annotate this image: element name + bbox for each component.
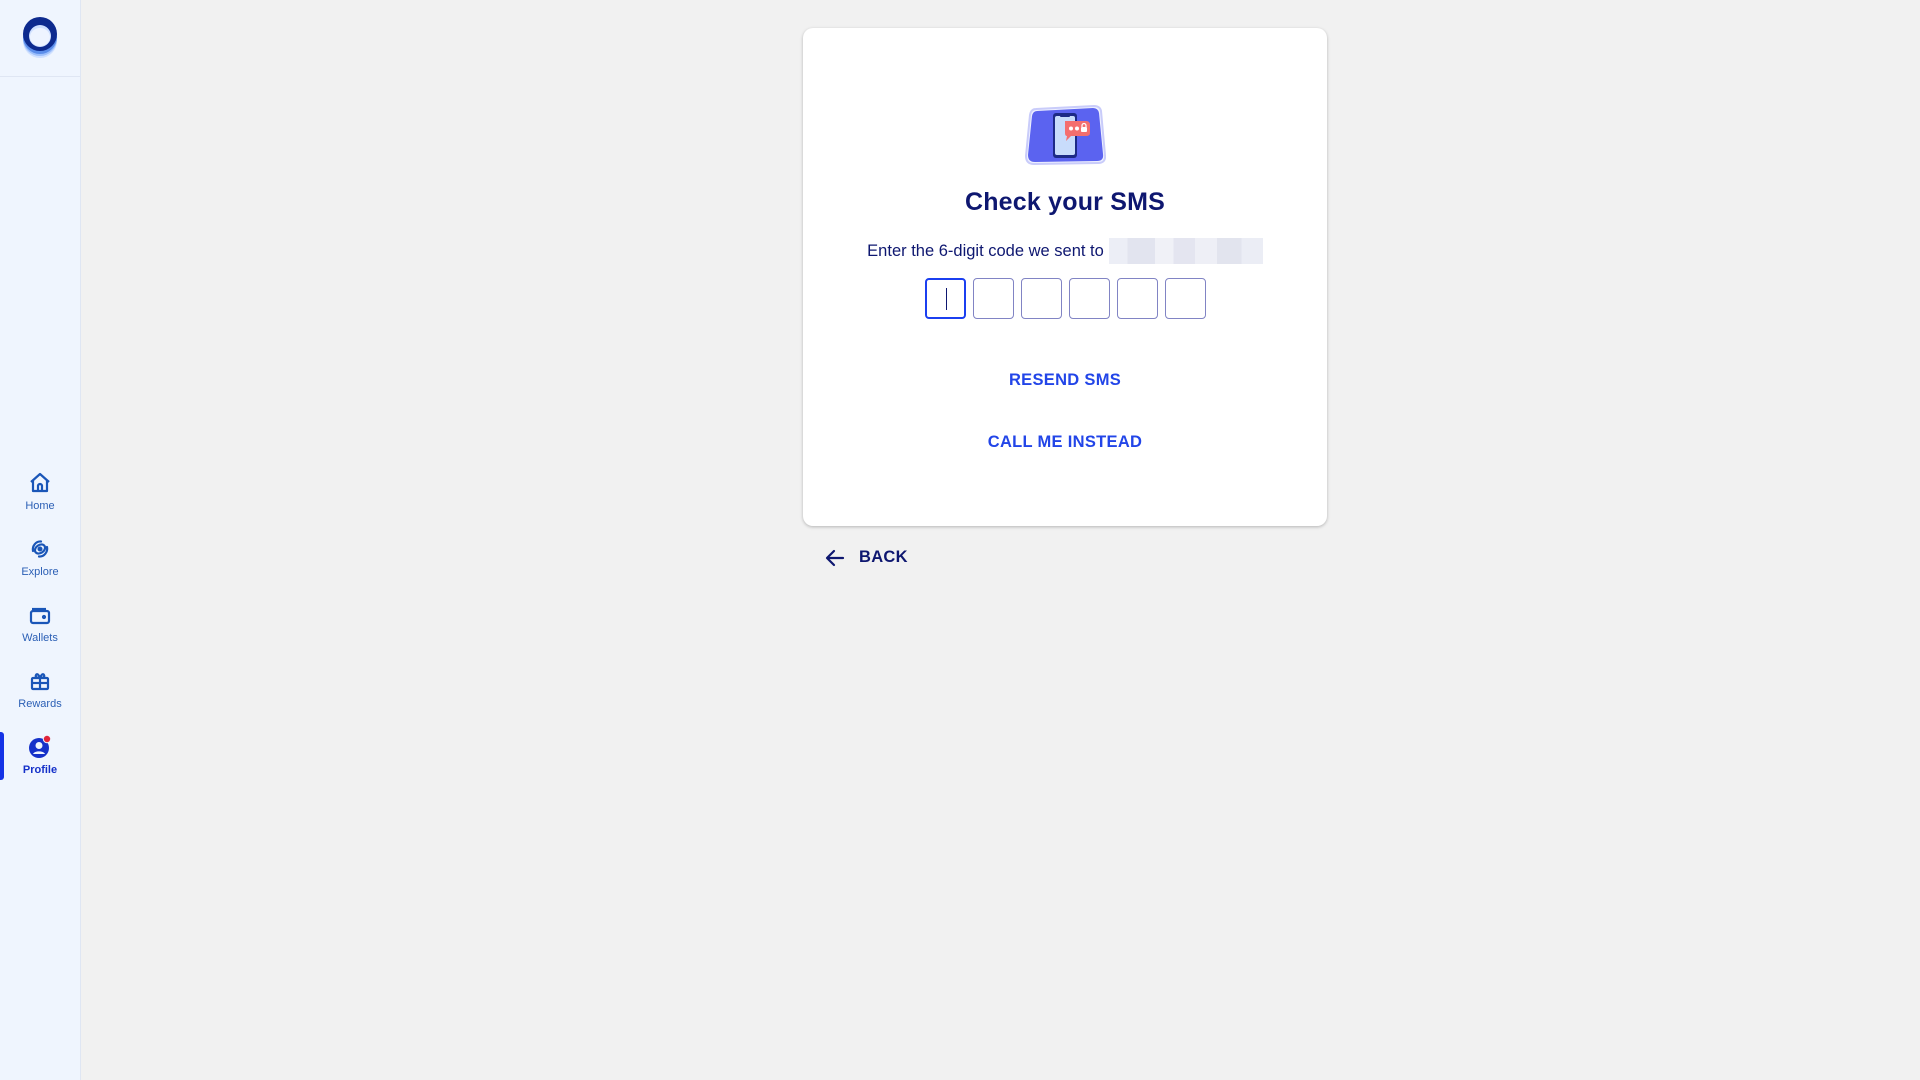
resend-sms-button[interactable]: RESEND SMS xyxy=(1009,371,1121,390)
profile-icon xyxy=(27,734,53,760)
phone-sms-icon xyxy=(1024,104,1106,166)
otp-digit-6[interactable] xyxy=(1164,278,1206,319)
instruction-text: Enter the 6-digit code we sent to xyxy=(867,241,1104,260)
otp-digit-5[interactable] xyxy=(1116,278,1158,319)
back-label: BACK xyxy=(859,548,908,566)
sidebar-item-label: Wallets xyxy=(22,632,58,644)
sidebar-item-profile[interactable]: Profile xyxy=(0,722,80,788)
masked-phone-number xyxy=(1108,238,1263,264)
sidebar-item-explore[interactable]: Explore xyxy=(0,524,80,590)
text-caret xyxy=(945,288,947,310)
instruction-row: Enter the 6-digit code we sent to xyxy=(867,238,1263,264)
otp-digit-1[interactable] xyxy=(924,278,966,319)
sidebar-item-wallets[interactable]: Wallets xyxy=(0,590,80,656)
call-me-instead-button[interactable]: CALL ME INSTEAD xyxy=(988,433,1143,452)
otp-digit-4[interactable] xyxy=(1068,278,1110,319)
home-icon xyxy=(27,470,53,496)
sidebar: Home Explore Wallets Rewards Profile xyxy=(0,0,81,1080)
notification-dot xyxy=(43,735,51,743)
gift-icon xyxy=(27,668,53,694)
back-button[interactable]: BACK xyxy=(825,548,908,567)
sidebar-item-label: Rewards xyxy=(18,698,62,710)
sidebar-item-label: Explore xyxy=(21,566,59,578)
wallet-icon xyxy=(27,602,53,628)
sidebar-nav: Home Explore Wallets Rewards Profile xyxy=(0,458,80,788)
otp-digit-3[interactable] xyxy=(1020,278,1062,319)
sidebar-item-label: Profile xyxy=(22,764,58,776)
app-logo-icon[interactable] xyxy=(21,14,59,62)
sms-verification-card: Check your SMS Enter the 6-digit code we… xyxy=(803,28,1327,526)
logo-area xyxy=(0,0,80,77)
otp-code-input xyxy=(924,278,1206,319)
sidebar-item-rewards[interactable]: Rewards xyxy=(0,656,80,722)
page-title: Check your SMS xyxy=(964,188,1166,216)
sidebar-item-home[interactable]: Home xyxy=(0,458,80,524)
sidebar-item-label: Home xyxy=(25,500,55,512)
explore-icon xyxy=(27,536,53,562)
otp-digit-2[interactable] xyxy=(972,278,1014,319)
arrow-left-icon xyxy=(825,549,845,566)
